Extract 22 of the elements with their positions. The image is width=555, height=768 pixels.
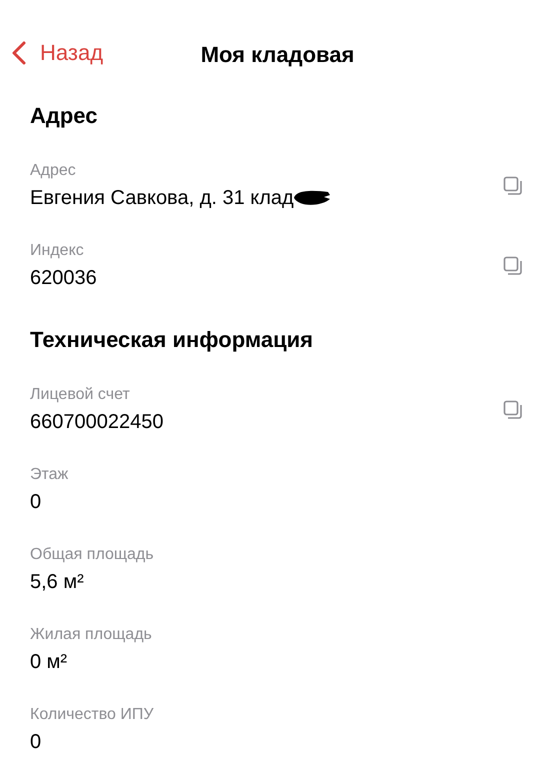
- copy-icon[interactable]: [503, 176, 523, 196]
- field-value: 0 м²: [30, 650, 68, 675]
- field-label: Лицевой счет: [30, 385, 131, 405]
- field-label: Жилая площадь: [30, 625, 152, 645]
- field-value: 660700022450: [30, 410, 164, 435]
- field-value: Евгения Савкова, д. 31 клад: [30, 186, 294, 211]
- field-label: Адрес: [30, 161, 77, 181]
- field-label: Количество ИПУ: [30, 705, 154, 725]
- copy-icon[interactable]: [503, 400, 523, 420]
- field-label: Общая площадь: [30, 545, 154, 565]
- field-value: 620036: [30, 266, 97, 291]
- section-heading: Адрес: [30, 102, 98, 130]
- field-value: 0: [30, 490, 42, 515]
- field-value: 5,6 м²: [30, 570, 84, 595]
- copy-icon[interactable]: [503, 256, 523, 276]
- section-heading: Техническая информация: [30, 326, 314, 354]
- chevron-left-icon: [12, 41, 26, 65]
- field-label: Этаж: [30, 465, 68, 485]
- field-value: 0: [30, 730, 42, 755]
- back-button[interactable]: Назад: [12, 40, 104, 66]
- page-title: Моя кладовая: [200, 42, 354, 68]
- field-label: Индекс: [30, 241, 85, 261]
